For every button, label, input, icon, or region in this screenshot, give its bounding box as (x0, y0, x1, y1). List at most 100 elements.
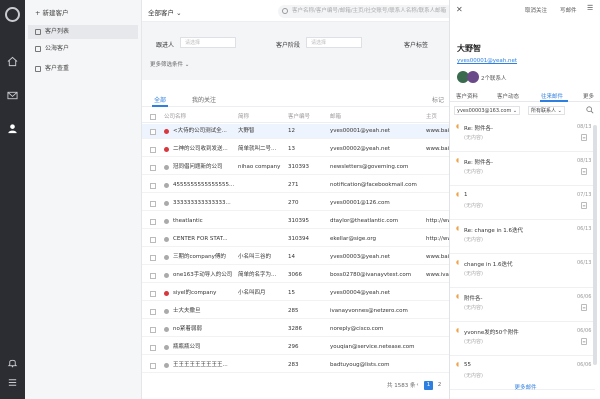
company-name-cell[interactable]: no紧着弱弱 (173, 322, 237, 337)
attachment-icon[interactable]: ≡ (581, 202, 587, 209)
scope-dropdown[interactable]: 全部客户 ⌄ (148, 7, 182, 17)
follow-heart-icon[interactable] (164, 255, 169, 260)
menu-icon[interactable] (7, 377, 18, 388)
company-name-cell[interactable]: 王王王王王王王王王... (173, 358, 237, 373)
row-checkbox[interactable] (150, 147, 156, 153)
homepage-cell[interactable]: www.iva (426, 268, 449, 283)
company-name-cell[interactable]: 冠同倡问题新的公司 (173, 160, 237, 175)
more-filters-link[interactable]: 更多筛选条件 ⌄ (150, 60, 189, 68)
row-checkbox[interactable] (150, 255, 156, 261)
nav-item-public-customers[interactable]: 公海客户 (28, 42, 138, 56)
attachment-icon[interactable]: ≡ (581, 168, 587, 175)
search-input[interactable]: 客户名称/客户编号/邮箱/主页/社交账号/联系人名称/联系人邮箱 (278, 5, 464, 18)
mail-item[interactable]: ◖ Re: 附件各- (无内容) 08/13 ≡ (450, 152, 595, 186)
column-header[interactable]: 客户编号 (288, 111, 310, 123)
attachment-icon[interactable]: ≡ (581, 134, 587, 141)
table-row[interactable]: one163手动导入的公司 简单的名字为... 3066 boss02780@ivan… (142, 268, 449, 283)
column-header[interactable]: 公司名称 (164, 111, 186, 123)
page-button[interactable]: 1 (424, 381, 433, 390)
table-row[interactable]: theatlantic 310395 dtaylor@theatlantic.com… (142, 214, 449, 229)
write-mail-button[interactable]: 写邮件 (560, 6, 577, 14)
unfollow-button[interactable]: 取消关注 (525, 6, 547, 14)
row-checkbox[interactable] (150, 363, 156, 369)
mark-button[interactable]: 标记 (432, 95, 444, 104)
company-name-cell[interactable]: 二神的公司收到发送... (173, 142, 237, 157)
table-row[interactable]: CENTER FOR STAT... 310394 ekellar@sige.org… (142, 232, 449, 247)
row-checkbox[interactable] (150, 237, 156, 243)
company-name-cell[interactable]: 瓶瓶瓶公司 (173, 340, 237, 355)
mail-item[interactable]: ◖ change in 1.6迭代 (无内容) 06/13 (450, 254, 595, 288)
column-header[interactable]: 简称 (238, 111, 249, 123)
follow-heart-icon[interactable] (164, 165, 169, 170)
tab-following[interactable]: 我的关注 (192, 95, 216, 104)
table-row[interactable]: siyel的company 小名叫四月 15 yves00004@yeah.net (142, 286, 449, 301)
tab-profile[interactable]: 客户资料 (456, 92, 478, 100)
table-row[interactable]: <大侍的公司测试全... 大野智 12 yves00001@yeah.net www.b… (142, 124, 449, 139)
mail-item[interactable]: ◖ 1 (无内容) 07/13 ≡ (450, 186, 595, 220)
follow-heart-icon[interactable] (164, 273, 169, 278)
follow-heart-icon[interactable] (164, 327, 169, 332)
scrollbar[interactable] (593, 125, 597, 365)
mail-item[interactable]: ◖ yvonne发的50个附件 (无内容) 06/06 ≡ (450, 322, 595, 356)
load-more-mails-button[interactable]: 更多邮件 (450, 383, 600, 391)
row-checkbox[interactable] (150, 201, 156, 207)
table-row[interactable]: 王王王王王王王王王... 283 badtuyoug@lists.com (142, 358, 449, 373)
follow-heart-icon[interactable] (164, 363, 169, 368)
row-checkbox[interactable] (150, 165, 156, 171)
stage-select[interactable]: 请选择 (306, 37, 362, 48)
follow-heart-icon[interactable] (164, 291, 169, 296)
owner-select[interactable]: 请选择 (180, 37, 236, 48)
mail-item[interactable]: ◖ Re: 附件各- (无内容) 08/13 ≡ (450, 118, 595, 152)
follow-heart-icon[interactable] (164, 345, 169, 350)
attachment-icon[interactable]: ≡ (581, 338, 587, 345)
table-row[interactable]: 4555555555555555... 271 notification@faceb… (142, 178, 449, 193)
row-checkbox[interactable] (150, 327, 156, 333)
prev-page-icon[interactable]: ‹ (413, 381, 422, 390)
more-menu-icon[interactable]: ☰ (587, 4, 593, 12)
homepage-cell[interactable]: www.bai (426, 250, 449, 265)
attachment-icon[interactable]: ≡ (581, 304, 587, 311)
follow-heart-icon[interactable] (164, 309, 169, 314)
home-icon[interactable] (7, 56, 18, 67)
contacts-count[interactable]: 2个联系人 (481, 74, 507, 82)
company-name-cell[interactable]: <大侍的公司测试全... (173, 124, 237, 139)
row-checkbox[interactable] (150, 219, 156, 225)
table-row[interactable]: 333333333333333... 270 yves00001@126.com (142, 196, 449, 211)
table-row[interactable]: 冠同倡问题新的公司 nihao company 310393 newsletters@… (142, 160, 449, 175)
mail-item[interactable]: ◖ 附件各- (无内容) 06/06 ≡ (450, 288, 595, 322)
bell-icon[interactable] (7, 357, 18, 368)
table-row[interactable]: 三期的company傅的 小名叫三谷的 14 yves00003@yeah.net ww… (142, 250, 449, 265)
new-customer-button[interactable]: + 新建客户 (35, 7, 69, 17)
nav-item-duplicate-check[interactable]: 客户查重 (28, 62, 138, 76)
search-icon[interactable] (586, 106, 594, 114)
avatar[interactable] (467, 71, 479, 83)
follow-heart-icon[interactable] (164, 147, 169, 152)
contact-filter-select[interactable]: 所有联系人 ⌄ (528, 106, 565, 115)
company-name-cell[interactable]: one163手动导入的公司 (173, 268, 237, 283)
company-name-cell[interactable]: 4555555555555555... (173, 178, 237, 193)
select-all-checkbox[interactable] (150, 114, 156, 120)
row-checkbox[interactable] (150, 129, 156, 135)
customer-email-link[interactable]: yves00001@yeah.net (457, 58, 517, 64)
mail-item[interactable]: ◖ Re: change in 1.6迭代 (无内容) 06/13 (450, 220, 595, 254)
row-checkbox[interactable] (150, 345, 156, 351)
follow-heart-icon[interactable] (164, 183, 169, 188)
mail-icon[interactable] (7, 90, 18, 101)
row-checkbox[interactable] (150, 183, 156, 189)
table-row[interactable]: 士大夫撒旦 285 ivanayvonnes@netzero.com (142, 304, 449, 319)
customer-icon[interactable] (7, 123, 18, 134)
homepage-cell[interactable]: http://ww (426, 214, 449, 229)
tab-activity[interactable]: 客户动态 (497, 92, 519, 100)
page-button[interactable]: 2 (435, 381, 444, 390)
tab-mails[interactable]: 往来邮件 (541, 92, 563, 100)
company-name-cell[interactable]: 三期的company傅的 (173, 250, 237, 265)
company-name-cell[interactable]: 333333333333333... (173, 196, 237, 211)
homepage-cell[interactable]: www.bai (426, 124, 449, 139)
mail-account-select[interactable]: yves00003@163.com ⌄ (454, 106, 521, 115)
follow-heart-icon[interactable] (164, 219, 169, 224)
column-header[interactable]: 邮箱 (330, 111, 341, 123)
company-name-cell[interactable]: CENTER FOR STAT... (173, 232, 237, 247)
row-checkbox[interactable] (150, 291, 156, 297)
homepage-cell[interactable]: http://ww (426, 232, 449, 247)
table-row[interactable]: 二神的公司收到发送... 简单就叫二号... 13 yves00002@yeah.ne… (142, 142, 449, 157)
